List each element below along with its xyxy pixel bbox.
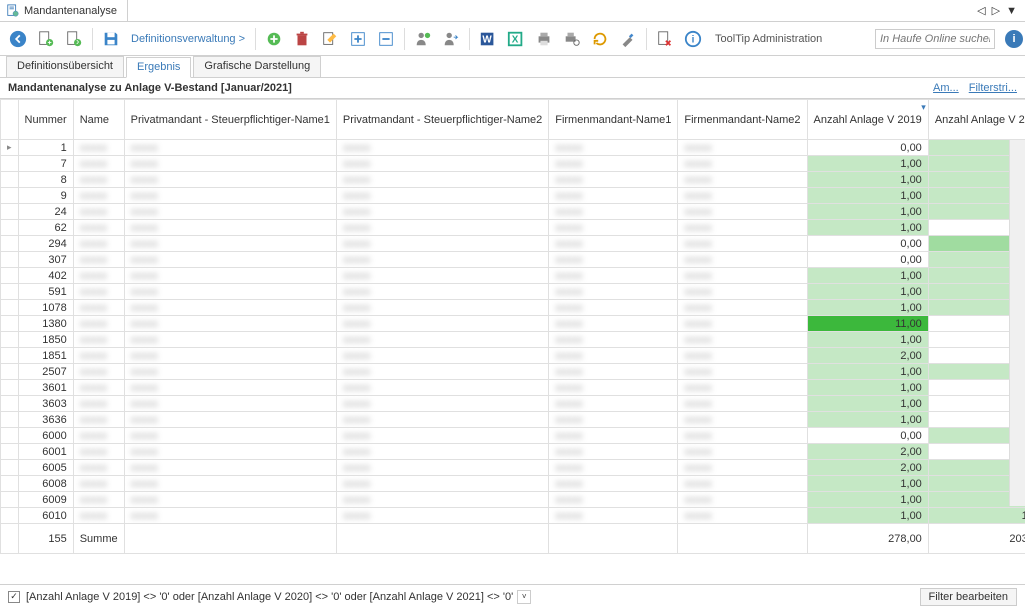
column-header[interactable]: Anzahl Anlage V 2019▾ (807, 100, 928, 140)
summary-row: 155 Summe 278,00 203,00 144,00 (1, 524, 1025, 554)
new-button[interactable] (262, 27, 286, 51)
svg-text:X: X (512, 34, 519, 45)
table-row[interactable]: 294xxxxxxxxxxxxxxxxxxxxxxxxx0,003,000,00 (1, 236, 1025, 252)
document-icon (6, 4, 20, 18)
tools-button[interactable] (616, 27, 640, 51)
vertical-scrollbar[interactable] (1009, 140, 1025, 506)
defverwaltung-button[interactable]: Definitionsverwaltung > (127, 33, 249, 45)
tooltip-admin-label[interactable]: ToolTip Administration (709, 33, 828, 45)
user-right-button[interactable] (439, 27, 463, 51)
document-tab[interactable]: Mandantenanalyse (0, 0, 128, 22)
table-row[interactable]: 1078xxxxxxxxxxxxxxxxxxxxxxxxx1,001,001,0… (1, 300, 1025, 316)
column-header[interactable]: Firmenmandant-Name2 (678, 100, 807, 140)
tab-definitionsuebersicht[interactable]: Definitionsübersicht (6, 56, 124, 77)
doc-remove-button[interactable] (653, 27, 677, 51)
column-header[interactable] (1, 100, 19, 140)
filter-bar: ✓ [Anzahl Anlage V 2019] <> '0' oder [An… (0, 584, 1025, 608)
titlebar: Mandantenanalyse ◁ ▷ ▼ (0, 0, 1025, 22)
plus-box-button[interactable] (346, 27, 370, 51)
document-tab-label: Mandantenanalyse (24, 5, 117, 17)
column-header[interactable]: Privatmandant - Steuerpflichtiger-Name1 (124, 100, 336, 140)
table-row[interactable]: 3603xxxxxxxxxxxxxxxxxxxxxxxxx1,000,000,0… (1, 396, 1025, 412)
user-add-button[interactable] (411, 27, 435, 51)
table-row[interactable]: 6001xxxxxxxxxxxxxxxxxxxxxxxxx2,000,002,0… (1, 444, 1025, 460)
table-row[interactable]: 402xxxxxxxxxxxxxxxxxxxxxxxxx1,001,001,00 (1, 268, 1025, 284)
search-input[interactable] (875, 29, 995, 49)
doc-add-button[interactable] (34, 27, 58, 51)
subtabs: Definitionsübersicht Ergebnis Grafische … (0, 56, 1025, 78)
column-header[interactable]: Name (73, 100, 124, 140)
tab-grafische-darstellung[interactable]: Grafische Darstellung (193, 56, 321, 77)
table-row[interactable]: 3601xxxxxxxxxxxxxxxxxxxxxxxxx1,000,000,0… (1, 380, 1025, 396)
filter-edit-button[interactable]: Filter bearbeiten (920, 588, 1018, 606)
table-row[interactable]: ▸1xxxxxxxxxxxxxxxxxxxxxxxxx0,001,000,00 (1, 140, 1025, 156)
table-row[interactable]: 62xxxxxxxxxxxxxxxxxxxxxxxxx1,000,000,00 (1, 220, 1025, 236)
table-row[interactable]: 9xxxxxxxxxxxxxxxxxxxxxxxxx1,001,000,00 (1, 188, 1025, 204)
svg-text:W: W (482, 34, 492, 45)
delete-button[interactable] (290, 27, 314, 51)
word-export-button[interactable]: W (476, 27, 500, 51)
tab-ergebnis[interactable]: Ergebnis (126, 57, 191, 78)
am-link[interactable]: Am... (933, 82, 959, 94)
info-small-button[interactable]: i (681, 27, 705, 51)
table-row[interactable]: 1851xxxxxxxxxxxxxxxxxxxxxxxxx2,000,000,0… (1, 348, 1025, 364)
filterstring-link[interactable]: Filterstri... (969, 82, 1017, 94)
column-header[interactable]: Nummer (18, 100, 73, 140)
column-header[interactable]: Firmenmandant-Name1 (549, 100, 678, 140)
filter-dropdown-icon[interactable]: ˅ (517, 590, 531, 604)
table-row[interactable]: 1380xxxxxxxxxxxxxxxxxxxxxxxxx11,000,000,… (1, 316, 1025, 332)
doc-config-button[interactable]: › (62, 27, 86, 51)
toolbar: › Definitionsverwaltung > W X i ToolTip … (0, 22, 1025, 56)
back-button[interactable] (6, 27, 30, 51)
print-button[interactable] (532, 27, 556, 51)
table-row[interactable]: 24xxxxxxxxxxxxxxxxxxxxxxxxx1,001,000,00 (1, 204, 1025, 220)
table-row[interactable]: 6000xxxxxxxxxxxxxxxxxxxxxxxxx0,001,001,0… (1, 428, 1025, 444)
table-row[interactable]: 6010xxxxxxxxxxxxxxxxxxxxxxxxx1,001,001,0… (1, 508, 1025, 524)
svg-text:›: › (76, 36, 79, 47)
nav-menu-icon[interactable]: ▼ (1006, 5, 1017, 17)
filter-checkbox[interactable]: ✓ (8, 591, 20, 603)
nav-prev-icon[interactable]: ◁ (977, 4, 985, 17)
filter-expression: [Anzahl Anlage V 2019] <> '0' oder [Anza… (26, 591, 513, 603)
table-row[interactable]: 6009xxxxxxxxxxxxxxxxxxxxxxxxx1,002,002,0… (1, 492, 1025, 508)
table-row[interactable]: 6008xxxxxxxxxxxxxxxxxxxxxxxxx1,002,002,0… (1, 476, 1025, 492)
table-row[interactable]: 6005xxxxxxxxxxxxxxxxxxxxxxxxx2,002,002,0… (1, 460, 1025, 476)
print-detail-button[interactable] (560, 27, 584, 51)
minus-box-button[interactable] (374, 27, 398, 51)
nav-next-icon[interactable]: ▷ (992, 4, 1000, 17)
table-row[interactable]: 3636xxxxxxxxxxxxxxxxxxxxxxxxx1,000,000,0… (1, 412, 1025, 428)
excel-export-button[interactable]: X (504, 27, 528, 51)
edit-button[interactable] (318, 27, 342, 51)
page-caption: Mandantenanalyse zu Anlage V-Bestand [Ja… (8, 82, 292, 94)
svg-text:i: i (692, 34, 695, 45)
table-row[interactable]: 307xxxxxxxxxxxxxxxxxxxxxxxxx0,001,000,00 (1, 252, 1025, 268)
refresh-button[interactable] (588, 27, 612, 51)
column-header[interactable]: Anzahl Anlage V 2020▾ (928, 100, 1025, 140)
table-row[interactable]: 2507xxxxxxxxxxxxxxxxxxxxxxxxx1,001,000,0… (1, 364, 1025, 380)
info-button[interactable]: i (1005, 30, 1023, 48)
filter-pin-icon[interactable]: ▾ (921, 102, 926, 113)
data-grid[interactable]: NummerNamePrivatmandant - Steuerpflichti… (0, 98, 1025, 564)
save-button[interactable] (99, 27, 123, 51)
table-row[interactable]: 8xxxxxxxxxxxxxxxxxxxxxxxxx1,001,000,00 (1, 172, 1025, 188)
table-row[interactable]: 7xxxxxxxxxxxxxxxxxxxxxxxxx1,001,001,00 (1, 156, 1025, 172)
table-row[interactable]: 591xxxxxxxxxxxxxxxxxxxxxxxxx1,001,000,00 (1, 284, 1025, 300)
column-header[interactable]: Privatmandant - Steuerpflichtiger-Name2 (336, 100, 548, 140)
table-row[interactable]: 1850xxxxxxxxxxxxxxxxxxxxxxxxx1,000,000,0… (1, 332, 1025, 348)
